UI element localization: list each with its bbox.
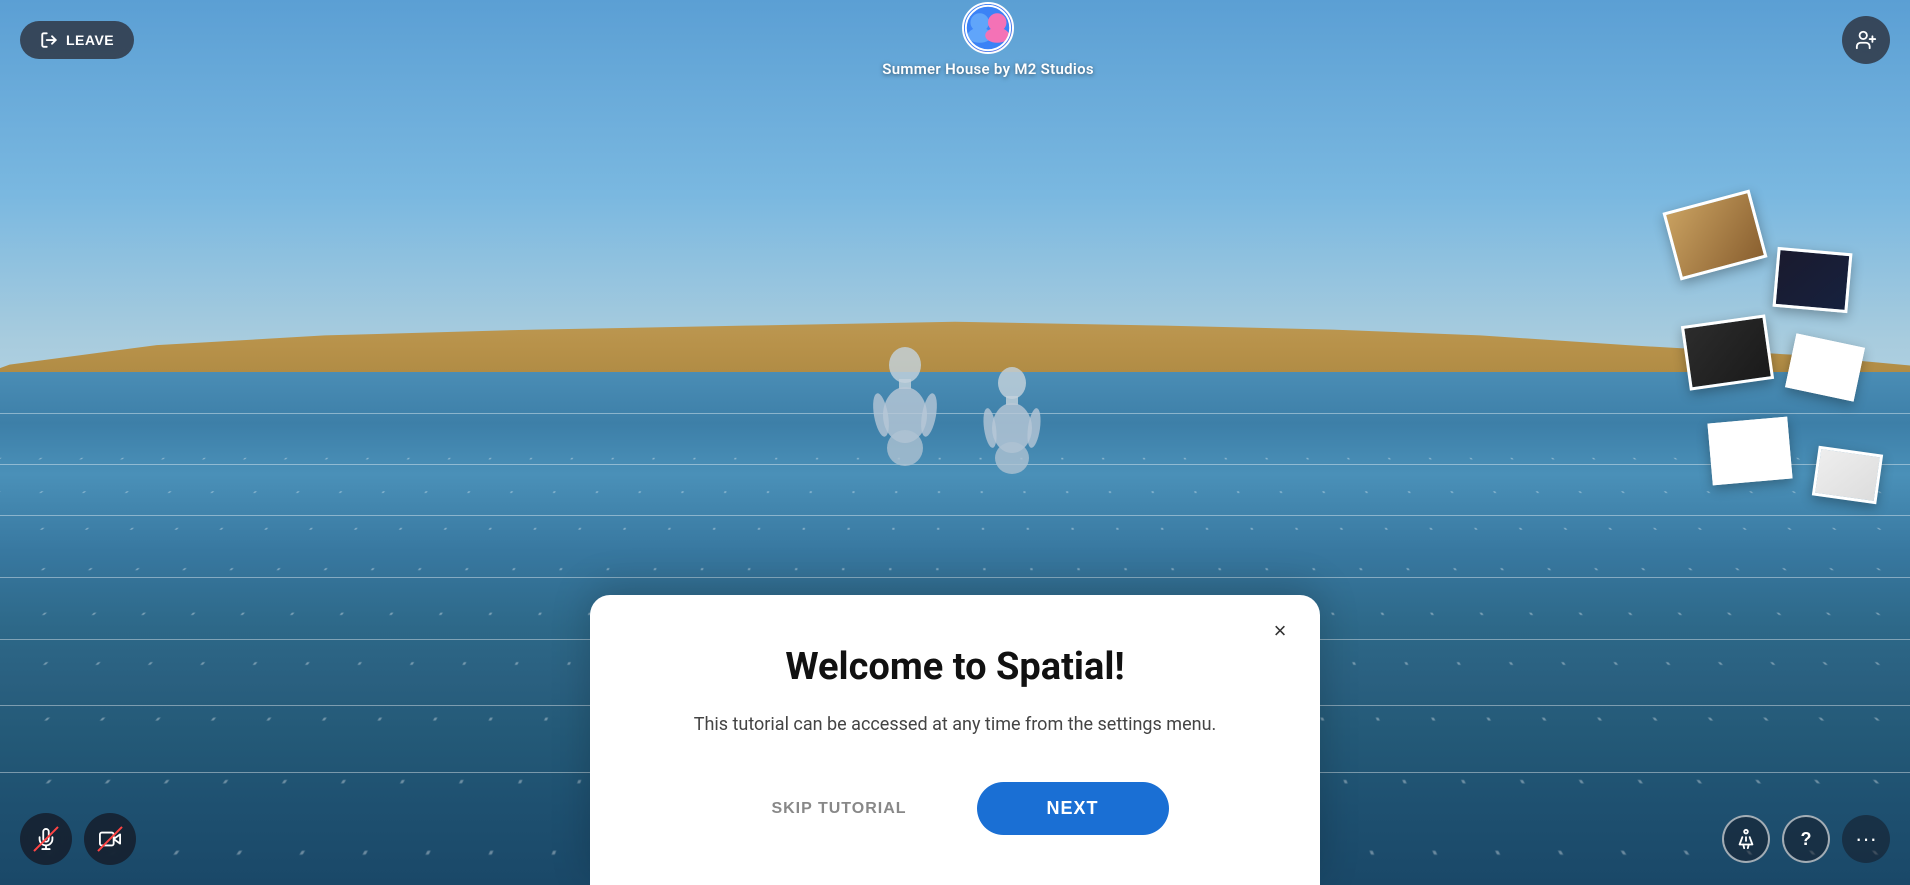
modal-title: Welcome to Spatial! xyxy=(650,645,1260,691)
next-label: NEXT xyxy=(1047,798,1099,818)
close-icon: × xyxy=(1274,618,1287,644)
tutorial-modal: × Welcome to Spatial! This tutorial can … xyxy=(590,595,1320,885)
modal-actions: SKIP TUTORIAL NEXT xyxy=(650,782,1260,835)
next-button[interactable]: NEXT xyxy=(977,782,1169,835)
modal-subtitle: This tutorial can be accessed at any tim… xyxy=(650,711,1260,738)
modal-overlay: × Welcome to Spatial! This tutorial can … xyxy=(0,0,1910,885)
skip-tutorial-button[interactable]: SKIP TUTORIAL xyxy=(741,786,936,832)
modal-close-button[interactable]: × xyxy=(1262,613,1298,649)
skip-label: SKIP TUTORIAL xyxy=(771,800,906,817)
